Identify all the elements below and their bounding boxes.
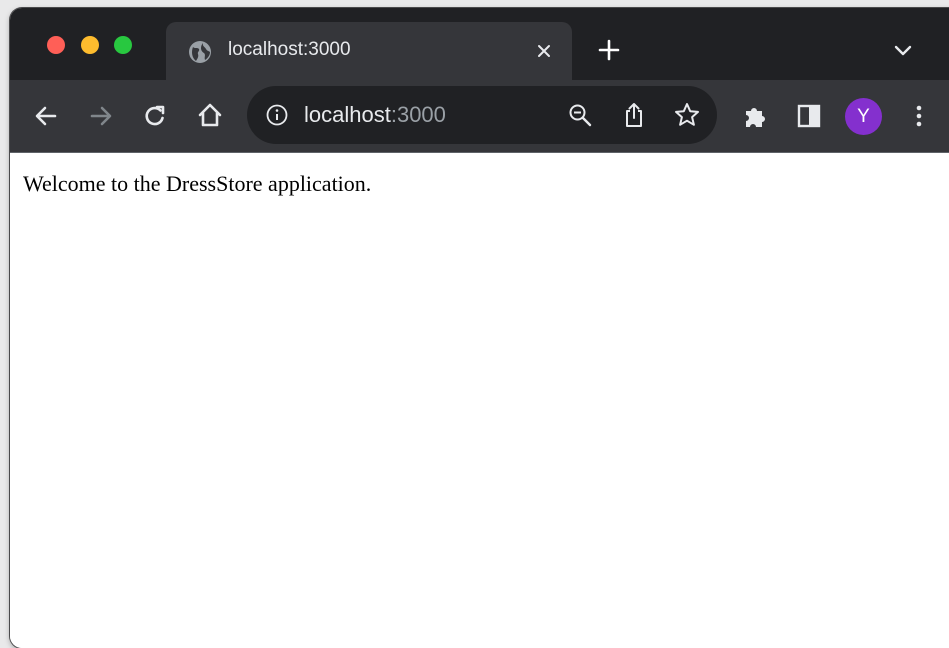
welcome-message: Welcome to the DressStore application. — [23, 171, 372, 196]
url-port: :3000 — [390, 102, 446, 127]
omnibox[interactable]: localhost:3000 — [247, 86, 717, 144]
toolbar: localhost:3000 Y — [10, 80, 949, 153]
puzzle-icon[interactable] — [741, 102, 769, 130]
zoom-window-button[interactable] — [114, 36, 132, 54]
zoom-out-icon[interactable] — [567, 102, 593, 128]
reload-icon[interactable] — [141, 102, 169, 130]
kebab-menu-icon[interactable] — [905, 102, 933, 130]
globe-icon — [188, 40, 212, 64]
star-icon[interactable] — [673, 101, 701, 129]
side-panel-icon[interactable] — [795, 102, 823, 130]
profile-avatar[interactable]: Y — [845, 98, 882, 135]
close-window-button[interactable] — [47, 36, 65, 54]
tab-localhost[interactable]: localhost:3000 — [166, 22, 572, 80]
url-host: localhost — [304, 102, 391, 127]
minimize-window-button[interactable] — [81, 36, 99, 54]
info-icon[interactable] — [265, 103, 289, 127]
browser-window: localhost:3000 localhost:3000 Y Welcome … — [10, 8, 949, 648]
tab-strip: localhost:3000 — [10, 8, 949, 80]
arrow-right-icon[interactable] — [87, 102, 115, 130]
url-text[interactable]: localhost:3000 — [304, 102, 446, 128]
plus-icon[interactable] — [598, 39, 620, 61]
home-icon[interactable] — [196, 101, 224, 129]
close-icon[interactable] — [536, 43, 552, 59]
share-icon[interactable] — [621, 101, 647, 129]
tab-title: localhost:3000 — [228, 39, 351, 60]
page-content: Welcome to the DressStore application. — [10, 153, 949, 648]
chevron-down-icon[interactable] — [894, 44, 912, 56]
arrow-left-icon[interactable] — [32, 102, 60, 130]
